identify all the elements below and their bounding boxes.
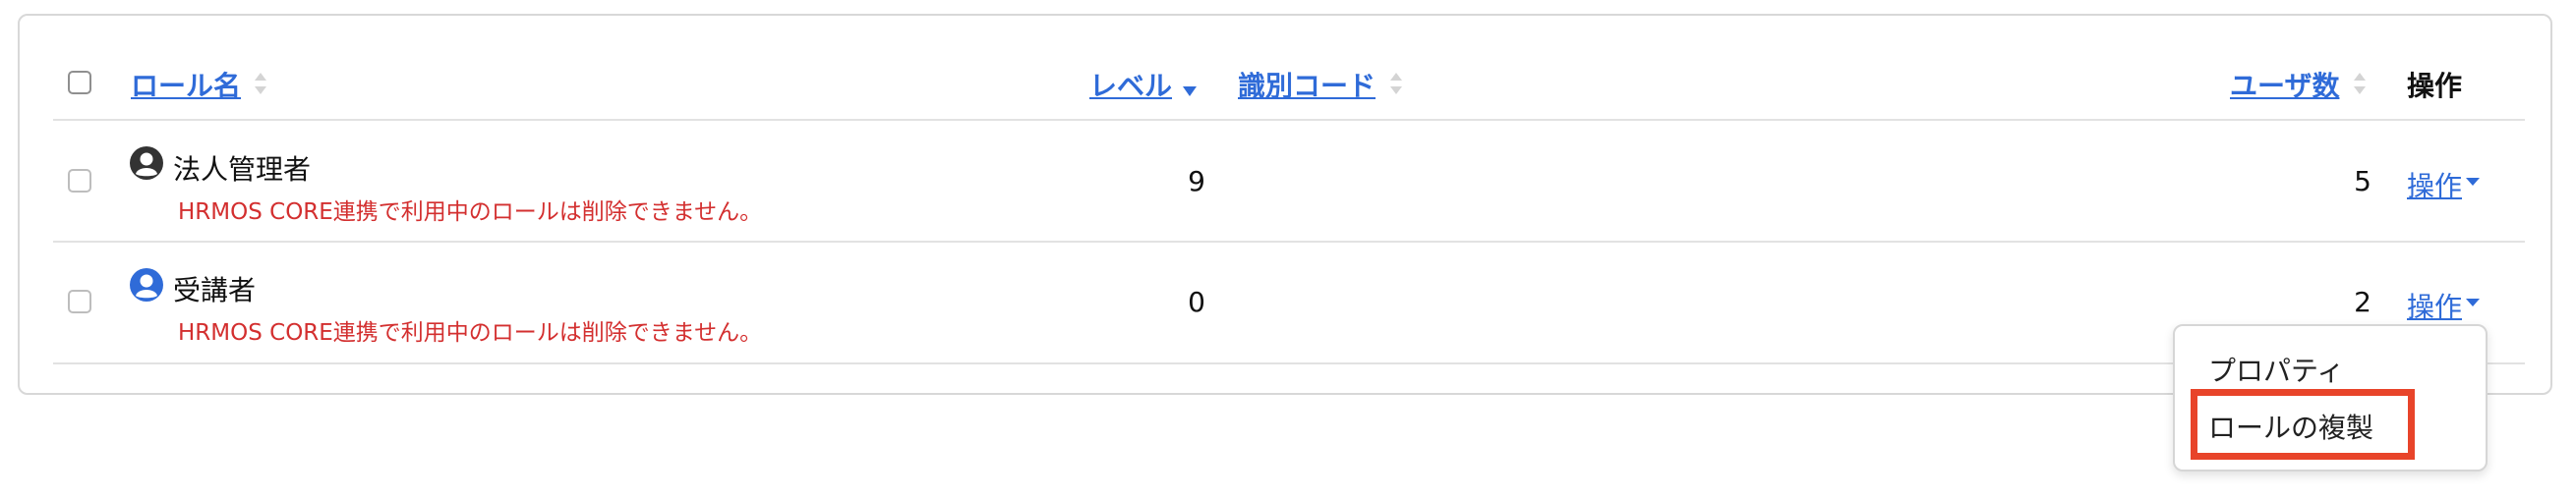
sort-neutral-icon[interactable] [1388, 71, 1404, 96]
user-count: 2 [2354, 286, 2371, 318]
role-name: 法人管理者 [173, 153, 312, 186]
select-all-checkbox[interactable] [68, 71, 91, 94]
column-header-role-name[interactable]: ロール名 [131, 65, 241, 104]
actions-menu-button[interactable]: 操作 [2407, 286, 2462, 325]
user-count: 5 [2354, 165, 2371, 197]
actions-dropdown-menu: プロパティ ロールの複製 [2173, 324, 2488, 471]
level-value: 9 [1188, 165, 1205, 197]
delete-warning: HRMOS CORE連携で利用中のロールは削除できません。 [178, 320, 763, 346]
highlight-box [2191, 389, 2415, 460]
user-circle-icon [130, 268, 163, 302]
column-header-code[interactable]: 識別コード [1238, 65, 1376, 104]
row-checkbox[interactable] [68, 169, 91, 193]
row-divider [53, 362, 2525, 364]
delete-warning: HRMOS CORE連携で利用中のロールは削除できません。 [178, 199, 763, 225]
role-name: 受講者 [173, 274, 257, 306]
user-circle-icon [130, 146, 163, 180]
row-divider [53, 241, 2525, 243]
header-divider [53, 119, 2525, 121]
sort-desc-icon[interactable] [1182, 77, 1198, 102]
chevron-down-icon[interactable] [2466, 178, 2480, 186]
level-value: 0 [1188, 286, 1205, 318]
sort-neutral-icon[interactable] [2352, 71, 2368, 96]
column-header-users[interactable]: ユーザ数 [2230, 65, 2339, 104]
column-header-level[interactable]: レベル [1089, 65, 1172, 104]
sort-neutral-icon[interactable] [253, 71, 268, 96]
actions-menu-button[interactable]: 操作 [2407, 165, 2462, 204]
chevron-down-icon[interactable] [2466, 299, 2480, 306]
column-header-actions: 操作 [2407, 70, 2463, 102]
menu-item-properties[interactable]: プロパティ [2208, 350, 2344, 389]
row-checkbox[interactable] [68, 290, 91, 313]
